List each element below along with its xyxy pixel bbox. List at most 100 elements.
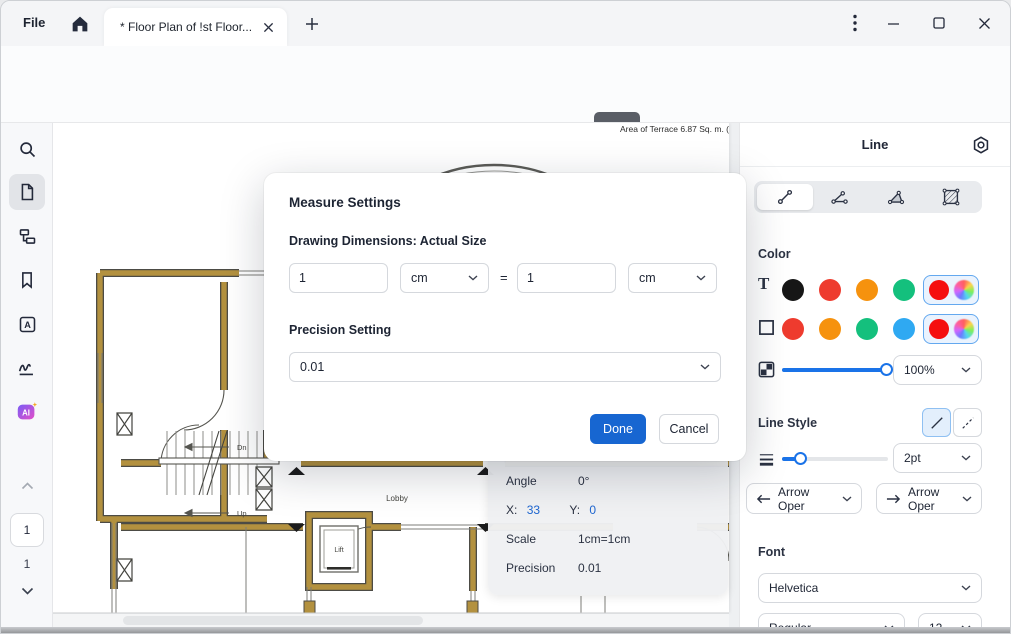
font-family-select[interactable]: Helvetica (758, 573, 982, 603)
dimensions-label: Drawing Dimensions: Actual Size (289, 234, 487, 248)
opacity-slider[interactable] (782, 368, 888, 372)
left-sidebar: A AI 1 1 (1, 123, 53, 633)
text-color-icon: T (758, 274, 769, 294)
from-unit-select[interactable]: cm (400, 263, 489, 293)
opacity-value: 100% (904, 363, 935, 377)
file-menu[interactable]: File (23, 15, 45, 30)
page-icon (17, 182, 37, 202)
cancel-button-label: Cancel (670, 422, 709, 436)
tool-polyline-button[interactable] (813, 184, 869, 210)
text-color-current[interactable] (929, 280, 949, 300)
opacity-select[interactable]: 100% (893, 355, 982, 385)
text-color-picker[interactable] (954, 280, 974, 300)
arrow-start-select[interactable]: Arrow Oper (746, 483, 862, 514)
tool-line-button[interactable] (757, 184, 813, 210)
sidebar-item-signatures[interactable] (9, 350, 45, 386)
lobby-label: Lobby (386, 494, 408, 503)
text-color-red[interactable] (819, 279, 841, 301)
app-menu-button[interactable] (842, 11, 868, 35)
maximize-button[interactable] (926, 11, 952, 35)
solid-line-icon (928, 414, 946, 432)
dashed-line-icon (959, 414, 977, 432)
page-down-button[interactable] (9, 581, 45, 601)
gear-icon (970, 134, 992, 156)
chevron-down-icon (696, 275, 706, 281)
arrow-end-select[interactable]: Arrow Oper (876, 483, 982, 514)
font-section-label: Font (758, 545, 785, 559)
title-bar: File * Floor Plan of !st Floor... (1, 1, 1010, 46)
chevron-down-icon (961, 367, 971, 373)
text-color-black[interactable] (782, 279, 804, 301)
border-color-selected-group[interactable] (923, 314, 979, 344)
tab-close-button[interactable] (259, 18, 277, 36)
document-tab[interactable]: * Floor Plan of !st Floor... (104, 8, 287, 46)
app-window: File * Floor Plan of !st Floor... (0, 0, 1011, 634)
cancel-button[interactable]: Cancel (659, 414, 719, 444)
to-value-input[interactable] (517, 263, 616, 293)
angle-label: Angle (506, 474, 537, 488)
bookmark-icon (17, 270, 37, 290)
measure-info-card: Angle 0° X: 33 Y: 0 Scale 1cm=1cm Precis… (488, 452, 728, 595)
annotate-toolbar: A A A A T (1, 86, 1010, 123)
hidden-popup-edge (594, 112, 640, 122)
annotation-list-icon: A (17, 314, 38, 335)
measure-settings-dialog: Measure Settings Drawing Dimensions: Act… (264, 173, 746, 461)
total-pages: 1 (1, 557, 53, 571)
sidebar-item-thumbnails[interactable] (9, 174, 45, 210)
close-window-button[interactable] (971, 11, 997, 35)
thickness-slider[interactable] (782, 457, 888, 461)
border-color-red[interactable] (782, 318, 804, 340)
panel-settings-button[interactable] (970, 134, 992, 156)
chevron-down-icon (842, 496, 852, 502)
border-color-icon (758, 319, 775, 336)
text-color-orange[interactable] (856, 279, 878, 301)
opacity-slider-knob[interactable] (880, 363, 893, 376)
border-color-blue[interactable] (893, 318, 915, 340)
angle-row: Angle 0° (506, 474, 537, 488)
document-tab-title: * Floor Plan of !st Floor... (120, 20, 259, 34)
sidebar-item-outline[interactable] (9, 218, 45, 254)
precision-select-value: 0.01 (300, 360, 324, 374)
page-up-button[interactable] (9, 476, 45, 496)
border-color-green[interactable] (856, 318, 878, 340)
measure-tool-switcher (754, 181, 982, 213)
done-button-label: Done (603, 422, 633, 436)
search-icon (17, 139, 38, 160)
horizontal-scrollbar[interactable] (53, 613, 729, 627)
horizontal-scrollbar-thumb[interactable] (123, 616, 423, 625)
current-page-value: 1 (24, 523, 31, 537)
to-unit-select[interactable]: cm (628, 263, 717, 293)
line-style-dashed-button[interactable] (953, 408, 982, 437)
thickness-select[interactable]: 2pt (893, 443, 982, 473)
stairs-down-label: Dn (237, 443, 247, 452)
text-color-green[interactable] (893, 279, 915, 301)
home-button[interactable] (69, 13, 93, 35)
new-tab-button[interactable] (301, 13, 323, 35)
border-color-orange[interactable] (819, 318, 841, 340)
border-color-current[interactable] (929, 319, 949, 339)
chevron-down-icon (961, 585, 971, 591)
sidebar-item-bookmarks[interactable] (9, 262, 45, 298)
thickness-slider-knob[interactable] (794, 452, 807, 465)
current-page-input[interactable]: 1 (10, 513, 44, 547)
sidebar-item-annotations[interactable]: A (9, 306, 45, 342)
sidebar-item-search[interactable] (9, 131, 45, 167)
close-icon (978, 17, 991, 30)
color-section-label: Color (758, 247, 791, 261)
tool-polygon-button[interactable] (868, 184, 924, 210)
tool-area-button[interactable] (924, 184, 980, 210)
from-value-input[interactable] (289, 263, 388, 293)
sidebar-item-ai-assistant[interactable]: AI (9, 394, 45, 430)
area-note-text: Area of Terrace 6.87 Sq. m. ( (620, 124, 729, 134)
plus-icon (305, 17, 319, 31)
scale-label: Scale (506, 532, 536, 546)
done-button[interactable]: Done (590, 414, 646, 444)
polygon-measure-icon (884, 186, 908, 208)
dialog-title: Measure Settings (289, 195, 401, 210)
stairs-up-label: Up (237, 509, 247, 518)
precision-select[interactable]: 0.01 (289, 352, 721, 382)
line-style-solid-button[interactable] (922, 408, 951, 437)
border-color-picker[interactable] (954, 319, 974, 339)
text-color-selected-group[interactable] (923, 275, 979, 305)
minimize-button[interactable] (880, 11, 906, 35)
